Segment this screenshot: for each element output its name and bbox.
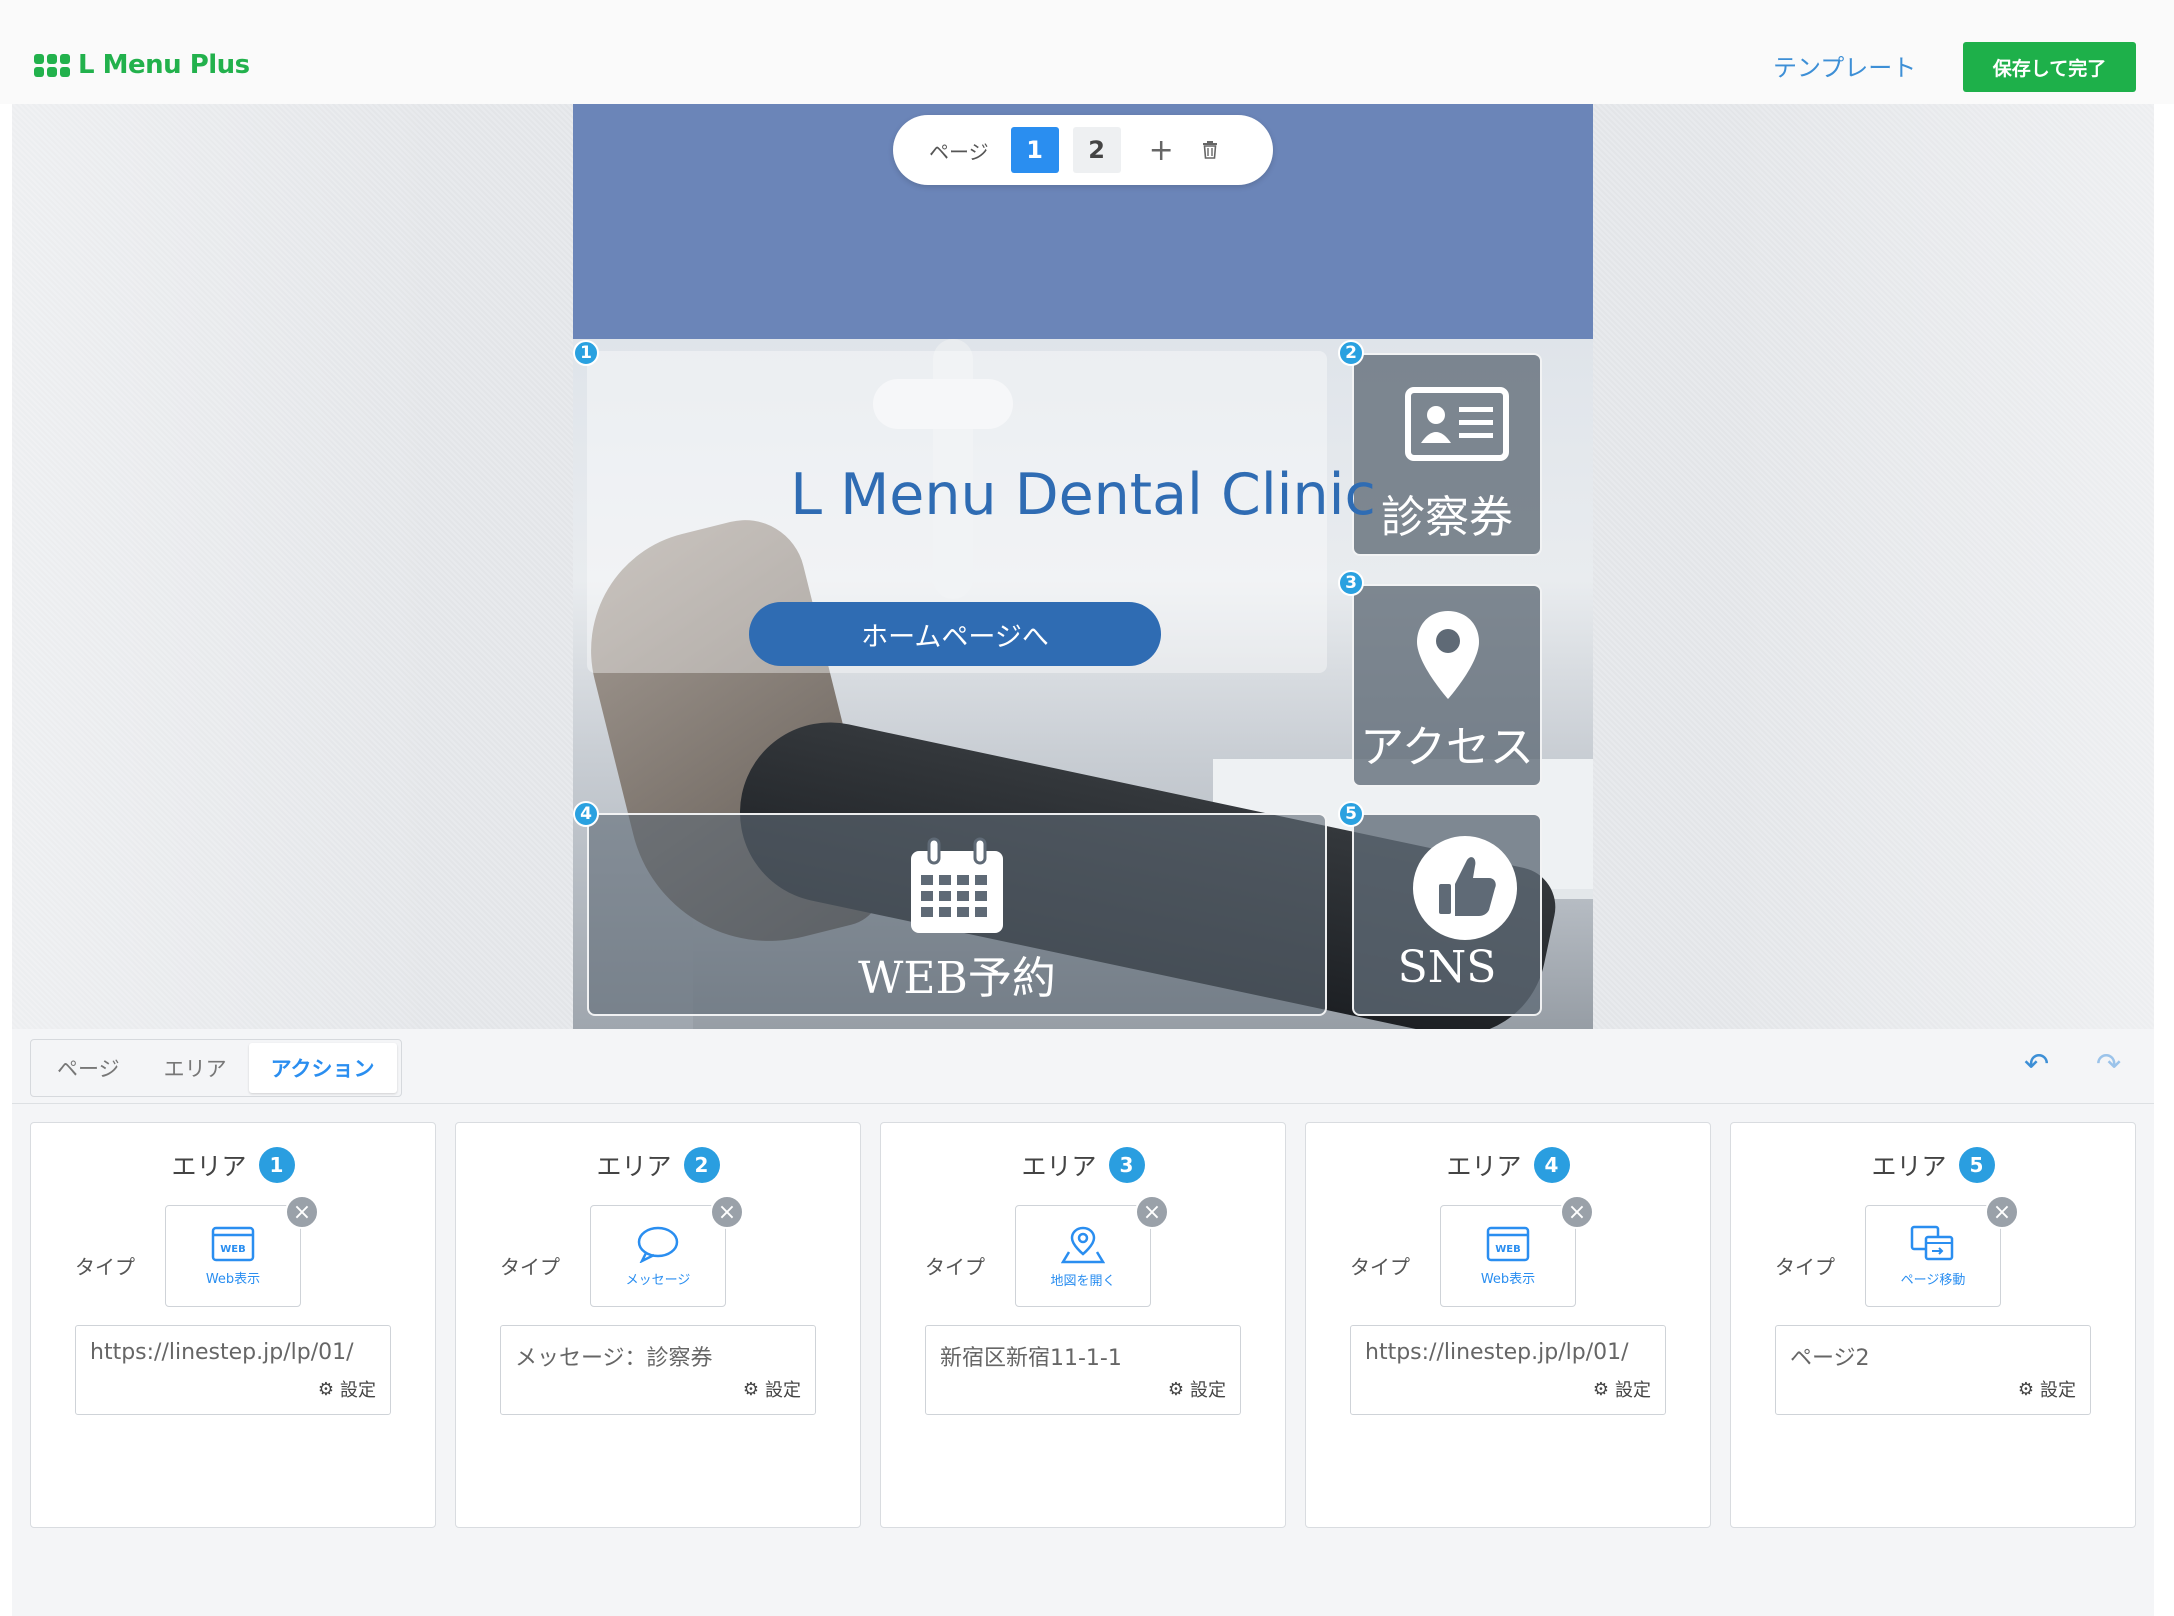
area-badge-1: 1 [573,340,599,366]
gear-icon: ⚙ [1592,1378,1609,1400]
add-page-icon[interactable]: + [1149,133,1174,168]
homepage-button[interactable]: ホームページへ [749,602,1161,666]
type-label: タイプ [925,1255,985,1279]
type-label: タイプ [500,1255,560,1279]
tab-page[interactable]: ページ [35,1043,142,1093]
card-title: エリア 2 [456,1147,860,1183]
action-value-field[interactable]: ページ2 ⚙ 設定 [1775,1325,2091,1415]
app-header: L Menu Plus テンプレート 保存して完了 [0,0,2174,104]
settings-button[interactable]: ⚙ 設定 [743,1376,801,1402]
area-badge-3: 3 [1338,570,1364,596]
area-badge-5: 5 [1338,801,1364,827]
web-icon: WEB [1486,1226,1530,1261]
type-label: タイプ [1775,1255,1835,1279]
action-value-field[interactable]: メッセージ：診察券 ⚙ 設定 [500,1325,816,1415]
action-card-3: エリア 3 タイプ 地図を開く × 新宿区新宿11-1-1 ⚙ 設定 [880,1122,1286,1528]
settings-button[interactable]: ⚙ 設定 [1593,1376,1651,1402]
save-and-finish-button[interactable]: 保存して完了 [1963,42,2136,92]
calendar-icon [911,837,1003,933]
map-icon [1061,1226,1105,1263]
card-badge: 2 [683,1147,720,1183]
settings-button[interactable]: ⚙ 設定 [2018,1376,2076,1402]
thumbs-up-icon [1413,836,1517,940]
action-card-2: エリア 2 タイプ メッセージ × メッセージ：診察券 ⚙ 設定 [455,1122,861,1528]
page-switcher-label: ページ [929,139,989,164]
action-type-selector[interactable]: ページ移動 [1865,1205,2001,1307]
action-value-field[interactable]: https://linestep.jp/lp/01/ ⚙ 設定 [1350,1325,1666,1415]
area-3-label: アクセス [1360,722,1534,773]
app-logo[interactable]: L Menu Plus [34,50,250,80]
action-card-5: エリア 5 タイプ ページ移動 × ページ2 ⚙ 設定 [1730,1122,2136,1528]
tab-action[interactable]: アクション [248,1043,397,1093]
card-title: エリア 3 [881,1147,1285,1183]
action-card-1: エリア 1 タイプ WEB Web表示 × https://linestep.j… [30,1122,436,1528]
type-label: タイプ [1350,1255,1410,1279]
card-badge: 3 [1108,1147,1145,1183]
action-cards: エリア 1 タイプ WEB Web表示 × https://linestep.j… [30,1122,2136,1528]
remove-type-icon[interactable]: × [1560,1195,1594,1229]
logo-text: L Menu Plus [78,50,250,80]
panel-tabs: ページ エリア アクション [30,1039,402,1097]
tab-area[interactable]: エリア [142,1043,249,1093]
settings-button[interactable]: ⚙ 設定 [1168,1376,1226,1402]
logo-grid-icon [34,53,70,77]
settings-button[interactable]: ⚙ 設定 [318,1376,376,1402]
action-type-selector[interactable]: 地図を開く [1015,1205,1151,1307]
remove-type-icon[interactable]: × [1985,1195,2019,1229]
remove-type-icon[interactable]: × [285,1195,319,1229]
page-move-icon [1910,1225,1954,1260]
card-title: エリア 4 [1306,1147,1710,1183]
web-icon: WEB [211,1226,255,1261]
type-label: タイプ [75,1255,135,1279]
template-link[interactable]: テンプレート [1773,48,1916,83]
svg-text:WEB: WEB [220,1244,245,1255]
message-icon [637,1226,679,1263]
action-card-4: エリア 4 タイプ WEB Web表示 × https://linestep.j… [1305,1122,1711,1528]
card-badge: 4 [1533,1147,1570,1183]
action-value-field[interactable]: 新宿区新宿11-1-1 ⚙ 設定 [925,1325,1241,1415]
area-2-label: 診察券 [1381,492,1513,543]
gear-icon: ⚙ [742,1378,759,1400]
redo-icon[interactable]: ↷ [2096,1047,2121,1082]
area-badge-2: 2 [1338,340,1364,366]
rich-menu-preview: L Menu Dental Clinic ホームページへ 診察券 アクセス WE… [573,104,1593,1029]
area-badge-4: 4 [573,801,599,827]
remove-type-icon[interactable]: × [1135,1195,1169,1229]
gear-icon: ⚙ [317,1378,334,1400]
remove-type-icon[interactable]: × [710,1195,744,1229]
undo-icon[interactable]: ↶ [2024,1047,2049,1082]
trash-icon[interactable] [1202,141,1218,159]
action-type-selector[interactable]: WEB Web表示 [165,1205,301,1307]
action-value-field[interactable]: https://linestep.jp/lp/01/ ⚙ 設定 [75,1325,391,1415]
panel-divider [12,1103,2154,1104]
gear-icon: ⚙ [2017,1378,2034,1400]
action-type-selector[interactable]: WEB Web表示 [1440,1205,1576,1307]
area-5-label: SNS [1397,942,1497,993]
map-pin-icon [1417,611,1479,699]
card-title: エリア 5 [1731,1147,2135,1183]
area-4-label: WEB予約 [858,953,1056,1004]
action-type-selector[interactable]: メッセージ [590,1205,726,1307]
page-switcher: ページ 1 2 + [893,115,1273,185]
id-card-icon [1405,387,1509,461]
gear-icon: ⚙ [1167,1378,1184,1400]
page-button-2[interactable]: 2 [1072,127,1121,173]
page-button-1[interactable]: 1 [1010,127,1059,173]
svg-text:WEB: WEB [1495,1244,1520,1255]
card-badge: 1 [258,1147,295,1183]
settings-panel: ページ エリア アクション ↶ ↷ エリア 1 タイプ WEB Web表示 × [12,1029,2154,1616]
card-title: エリア 1 [31,1147,435,1183]
card-badge: 5 [1958,1147,1995,1183]
